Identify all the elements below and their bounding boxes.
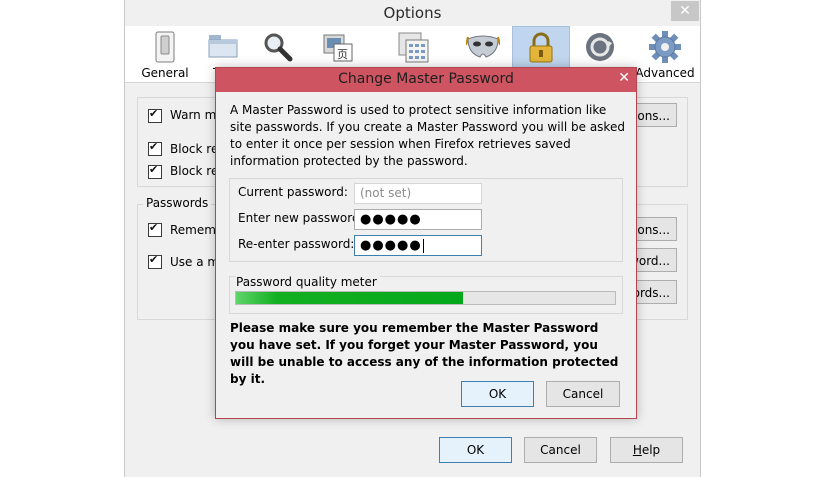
general-switch-icon [153, 31, 177, 66]
change-master-password-dialog: Change Master Password ✕ A Master Passwo… [215, 67, 637, 419]
dialog-title: Change Master Password [338, 71, 514, 87]
sync-icon [584, 31, 616, 66]
current-password-label: Current password: [238, 185, 348, 199]
pane-general[interactable]: General [135, 26, 195, 82]
dialog-ok-button[interactable]: OK [461, 381, 534, 407]
reenter-password-masked-value: ●●●●● [360, 238, 422, 253]
applications-icon [397, 31, 429, 66]
dialog-titlebar: Change Master Password ✕ [216, 68, 636, 92]
dialog-body: A Master Password is used to protect sen… [216, 92, 636, 418]
passwords-group-label: Passwords [143, 196, 212, 210]
block-forgeries-checkbox[interactable] [148, 163, 162, 179]
password-quality-fill [236, 292, 464, 304]
warn-addons-checkbox[interactable] [148, 107, 162, 123]
search-magnifier-icon [262, 31, 294, 66]
block-attack-sites-checkbox[interactable] [148, 140, 162, 156]
options-close-button[interactable]: ✕ [671, 1, 699, 21]
pane-advanced[interactable]: Advanced [633, 26, 697, 82]
reenter-password-label: Re-enter password: [238, 237, 355, 251]
new-password-label: Enter new password: [238, 211, 364, 225]
tabs-icon [207, 31, 239, 62]
password-quality-meter [235, 291, 616, 305]
current-password-field: (not set) [354, 183, 482, 204]
use-master-password-checkbox[interactable] [148, 253, 162, 269]
reenter-password-field[interactable]: ●●●●● [354, 235, 482, 256]
pane-general-label: General [141, 66, 189, 80]
intro-text: A Master Password is used to protect sen… [230, 103, 625, 168]
password-quality-label: Password quality meter [236, 275, 380, 289]
remember-warning-text: Please make sure you remember the Master… [230, 321, 619, 386]
privacy-mask-icon [465, 31, 501, 64]
dialog-cancel-button[interactable]: Cancel [546, 381, 620, 407]
advanced-gear-icon [649, 31, 681, 66]
security-lock-icon [527, 32, 555, 67]
dialog-close-button[interactable]: ✕ [618, 70, 630, 86]
options-help-button[interactable]: Help [610, 437, 683, 463]
options-window-title: Options [383, 4, 442, 22]
new-password-field[interactable]: ●●●●● [354, 209, 482, 230]
options-ok-button[interactable]: OK [439, 437, 512, 463]
options-cancel-button[interactable]: Cancel [524, 437, 597, 463]
password-fields-group: Current password: (not set) Enter new pa… [229, 178, 623, 262]
svg-text:页: 页 [337, 48, 348, 61]
new-password-masked-value: ●●●●● [360, 212, 422, 227]
remember-passwords-checkbox[interactable] [148, 221, 162, 237]
text-caret [422, 238, 424, 253]
password-quality-group: Password quality meter [229, 275, 623, 314]
pane-advanced-label: Advanced [635, 66, 695, 80]
help-label-rest: elp [641, 443, 661, 457]
content-icon: 页 [322, 31, 354, 66]
help-accelerator: H [632, 443, 642, 457]
